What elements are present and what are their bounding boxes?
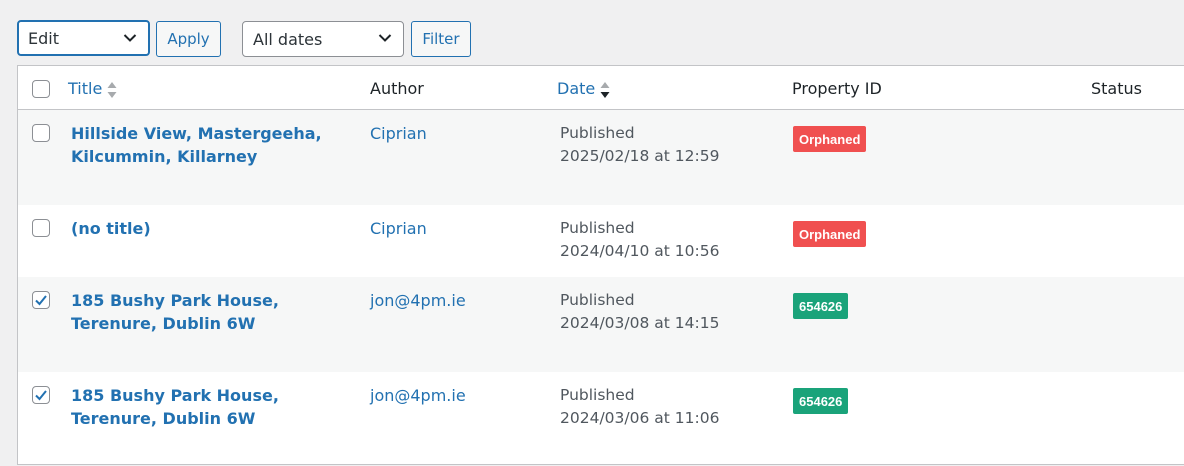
- date-cell: Published 2025/02/18 at 12:59: [560, 122, 719, 168]
- sort-desc-icon: [600, 81, 610, 98]
- row-checkbox[interactable]: [32, 219, 50, 237]
- table-row: 185 Bushy Park House, Terenure, Dublin 6…: [18, 277, 1184, 372]
- apply-button[interactable]: Apply: [156, 21, 221, 57]
- row-checkbox[interactable]: [32, 124, 50, 142]
- author-link[interactable]: jon@4pm.ie: [370, 289, 466, 312]
- row-checkbox[interactable]: [32, 291, 50, 309]
- table-header: Title Author Date Property ID Status: [18, 66, 1184, 110]
- column-status-label: Status: [1091, 79, 1142, 98]
- author-link[interactable]: jon@4pm.ie: [370, 384, 466, 407]
- date-filter-select[interactable]: All dates: [242, 21, 404, 57]
- date-cell: Published 2024/03/06 at 11:06: [560, 384, 719, 430]
- chevron-down-icon: [378, 34, 392, 42]
- bulk-action-select[interactable]: Edit: [17, 20, 150, 56]
- chevron-down-icon: [123, 34, 137, 42]
- table-row: 185 Bushy Park House, Terenure, Dublin 6…: [18, 372, 1184, 466]
- column-title-label: Title: [68, 79, 103, 98]
- date-status: Published: [560, 124, 635, 142]
- column-author-label: Author: [370, 79, 424, 98]
- column-property-id-label: Property ID: [792, 79, 882, 98]
- column-date-sort[interactable]: Date: [557, 79, 610, 99]
- date-status: Published: [560, 291, 635, 309]
- property-id-badge: Orphaned: [793, 221, 867, 247]
- checkmark-icon: [35, 390, 47, 401]
- date-value: 2025/02/18 at 12:59: [560, 147, 720, 165]
- table-nav-top: Edit Apply All dates Filter: [0, 0, 1184, 66]
- table-row: (no title) Ciprian Published 2024/04/10 …: [18, 205, 1184, 277]
- posts-table: Title Author Date Property ID Status Hil…: [17, 65, 1184, 465]
- date-status: Published: [560, 219, 635, 237]
- date-cell: Published 2024/03/08 at 14:15: [560, 289, 719, 335]
- date-value: 2024/03/06 at 11:06: [560, 409, 720, 427]
- date-cell: Published 2024/04/10 at 10:56: [560, 217, 719, 263]
- post-title-link[interactable]: 185 Bushy Park House, Terenure, Dublin 6…: [71, 384, 331, 430]
- author-link[interactable]: Ciprian: [370, 122, 427, 145]
- date-value: 2024/03/08 at 14:15: [560, 314, 720, 332]
- filter-button[interactable]: Filter: [411, 21, 471, 57]
- column-date-label: Date: [557, 79, 596, 98]
- post-title-link[interactable]: Hillside View, Mastergeeha, Kilcummin, K…: [71, 122, 331, 168]
- sort-icon: [107, 81, 117, 98]
- date-status: Published: [560, 386, 635, 404]
- row-checkbox[interactable]: [32, 386, 50, 404]
- property-id-badge: 654626: [793, 388, 849, 414]
- post-title-link[interactable]: (no title): [71, 217, 331, 240]
- author-link[interactable]: Ciprian: [370, 217, 427, 240]
- date-value: 2024/04/10 at 10:56: [560, 242, 720, 260]
- post-title-link[interactable]: 185 Bushy Park House, Terenure, Dublin 6…: [71, 289, 331, 335]
- table-row: Hillside View, Mastergeeha, Kilcummin, K…: [18, 110, 1184, 205]
- bulk-action-selected: Edit: [28, 28, 59, 48]
- column-title-sort[interactable]: Title: [68, 79, 117, 99]
- select-all-checkbox[interactable]: [32, 80, 50, 98]
- property-id-badge: 654626: [793, 293, 849, 319]
- checkmark-icon: [35, 295, 47, 306]
- date-filter-selected: All dates: [253, 29, 323, 49]
- property-id-badge: Orphaned: [793, 126, 867, 152]
